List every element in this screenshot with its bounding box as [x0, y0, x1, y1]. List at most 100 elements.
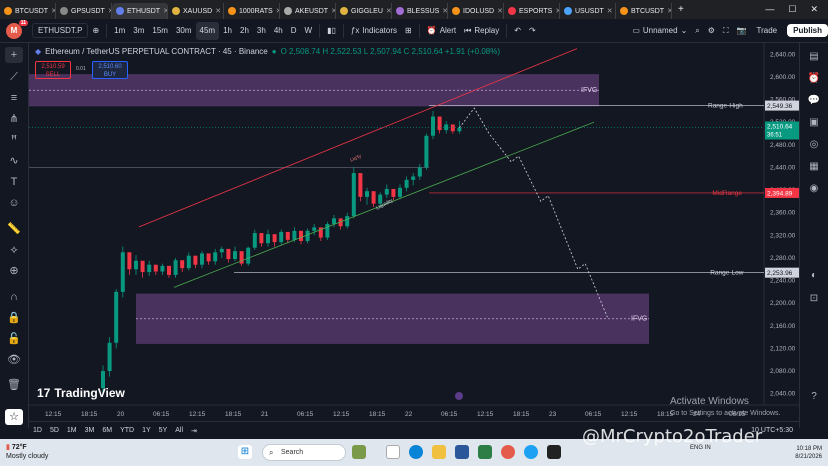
store-icon[interactable] — [455, 445, 469, 459]
browser-tab[interactable]: BLESSUS ✕ — [392, 3, 448, 19]
eye-icon[interactable]: 👁 — [5, 352, 23, 368]
minimize-icon[interactable]: — — [765, 4, 774, 15]
widget-news-icon[interactable] — [352, 445, 366, 459]
range-1y[interactable]: 1Y — [138, 427, 155, 434]
browser-tab[interactable]: AKEUSDT✕ — [280, 3, 336, 19]
chrome-icon[interactable] — [501, 445, 515, 459]
emoji-icon[interactable]: ☺ — [5, 195, 23, 211]
fullscreen-icon[interactable]: ⛶ — [719, 22, 733, 40]
ideas-icon[interactable]: ◉ — [806, 181, 822, 197]
ruler-icon[interactable]: 📏 — [5, 221, 23, 237]
range-5y[interactable]: 5Y — [155, 427, 172, 434]
lock-icon[interactable]: 🔓 — [5, 331, 23, 347]
browser-tab[interactable]: 1000RATS✕ — [224, 3, 280, 19]
interval-3m[interactable]: 3m — [129, 22, 148, 40]
file-explorer-icon[interactable] — [432, 445, 446, 459]
help-icon[interactable]: ? — [806, 389, 822, 405]
replay-button[interactable]: ⏮ Replay — [460, 22, 503, 40]
watchlist-icon[interactable]: ▤ — [806, 49, 822, 65]
close-window-icon[interactable]: ✕ — [810, 4, 818, 15]
calendar-icon[interactable]: ▦ — [806, 159, 822, 175]
interval-W[interactable]: W — [301, 22, 317, 40]
buy-button[interactable]: 2,510.60 BUY — [92, 61, 128, 79]
layout-button[interactable]: ▭ Unnamed ⌄ — [628, 22, 691, 40]
object-tree-icon[interactable]: ⊡ — [806, 291, 822, 307]
browser-tab[interactable]: BTCUSDT✕ — [616, 3, 672, 19]
star-icon[interactable]: ☆ — [5, 409, 23, 425]
range-ytd[interactable]: YTD — [116, 427, 138, 434]
taskbar-search[interactable]: ⌕ Search — [262, 444, 346, 461]
measure-icon[interactable]: ⟡ — [5, 242, 23, 258]
system-clock[interactable]: 10:18 PM 8/21/2026 — [772, 445, 822, 461]
range-all[interactable]: All — [171, 427, 187, 434]
tradingview-app-icon[interactable] — [547, 445, 561, 459]
fib-retracement-icon[interactable]: ≡ — [5, 90, 23, 106]
interval-1m[interactable]: 1m — [110, 22, 129, 40]
templates-icon[interactable]: ⊞ — [401, 22, 416, 40]
close-tab-icon[interactable]: ✕ — [386, 7, 391, 15]
browser-tab[interactable]: ETHUSDT✕ — [112, 3, 168, 19]
edge-icon[interactable] — [409, 445, 423, 459]
windows-start-icon[interactable]: ⊞ — [238, 445, 252, 459]
interval-1h[interactable]: 1h — [219, 22, 236, 40]
task-view-icon[interactable] — [386, 445, 400, 459]
browser-tab[interactable]: ESPORTS✕ — [504, 3, 560, 19]
maximize-icon[interactable]: ☐ — [788, 4, 796, 15]
telegram-icon[interactable] — [524, 445, 538, 459]
add-symbol-icon[interactable]: ⊕ — [88, 22, 103, 40]
prediction-icon[interactable]: ∿ — [5, 153, 23, 169]
alert-button[interactable]: ⏰ Alert — [423, 22, 460, 40]
lock-drawing-icon[interactable]: 🔒 — [5, 310, 23, 326]
sell-button[interactable]: 2,510.59 SELL — [35, 61, 71, 79]
new-tab-icon[interactable]: + — [672, 4, 690, 15]
excel-icon[interactable] — [478, 445, 492, 459]
weather-widget[interactable]: ▮ 72°F Mostly cloudy — [6, 443, 48, 461]
magnet-icon[interactable]: ∩ — [5, 289, 23, 305]
tradingview-logo[interactable]: 17 TradingView — [37, 386, 125, 400]
range-1m[interactable]: 1M — [63, 427, 81, 434]
trash-icon[interactable]: 🗑 — [5, 377, 23, 393]
undo-icon[interactable]: ↶ — [510, 22, 525, 40]
camera-icon[interactable]: 📷 — [733, 22, 751, 40]
browser-tab[interactable]: IDOLUSD ✕ — [448, 3, 504, 19]
trade-button[interactable]: Trade — [751, 26, 784, 35]
data-window-icon[interactable]: ◐ — [806, 268, 822, 284]
trend-line-icon[interactable]: ⟋ — [5, 69, 23, 85]
interval-15m[interactable]: 15m — [148, 22, 172, 40]
interval-45m[interactable]: 45m — [195, 21, 220, 40]
range-3m[interactable]: 3M — [81, 427, 99, 434]
settings-icon[interactable]: ⚙ — [704, 22, 719, 40]
candle-style-icon[interactable]: ▮▯ — [323, 22, 340, 40]
alerts-icon[interactable]: ⏰ — [806, 71, 822, 87]
close-tab-icon[interactable]: ✕ — [607, 7, 613, 15]
browser-tab[interactable]: GIGGLEU ✕ — [336, 3, 392, 19]
close-tab-icon[interactable]: ✕ — [497, 7, 503, 15]
text-tool-icon[interactable]: T — [5, 174, 23, 190]
publish-button[interactable]: Publish — [787, 24, 828, 37]
browser-tab[interactable]: USUSDT ✕ — [560, 3, 616, 19]
browser-tab[interactable]: XAUUSD ✕ — [168, 3, 224, 19]
range-6m[interactable]: 6M — [98, 427, 116, 434]
browser-tab[interactable]: GPSUSDT✕ — [56, 3, 112, 19]
chat-icon[interactable]: 💬 — [806, 93, 822, 109]
symbol-search[interactable]: ETHUSDT.P — [32, 23, 89, 38]
search-icon[interactable]: ⌕ — [691, 22, 703, 40]
pattern-icon[interactable]: ꟸ — [5, 132, 23, 148]
redo-icon[interactable]: ↷ — [525, 22, 540, 40]
close-tab-icon[interactable]: ✕ — [215, 7, 221, 15]
news-icon[interactable]: ▣ — [806, 115, 822, 131]
pitchfork-icon[interactable]: ⋔ — [5, 111, 23, 127]
interval-4h[interactable]: 4h — [270, 22, 287, 40]
interval-2h[interactable]: 2h — [236, 22, 253, 40]
interval-30m[interactable]: 30m — [172, 22, 196, 40]
price-chart[interactable]: 2,640.002,600.002,560.002,520.002,480.00… — [29, 43, 799, 421]
interval-3h[interactable]: 3h — [253, 22, 270, 40]
interval-D[interactable]: D — [287, 22, 301, 40]
indicators-button[interactable]: ƒx Indicators — [347, 22, 401, 40]
goto-date-icon[interactable]: ⇥ — [187, 427, 201, 435]
range-5d[interactable]: 5D — [46, 427, 63, 434]
browser-tab[interactable]: BTCUSDT✕ — [0, 3, 56, 19]
event-marker-icon[interactable] — [455, 392, 463, 400]
hotlist-icon[interactable]: ◎ — [806, 137, 822, 153]
crosshair-icon[interactable]: + — [5, 47, 23, 63]
